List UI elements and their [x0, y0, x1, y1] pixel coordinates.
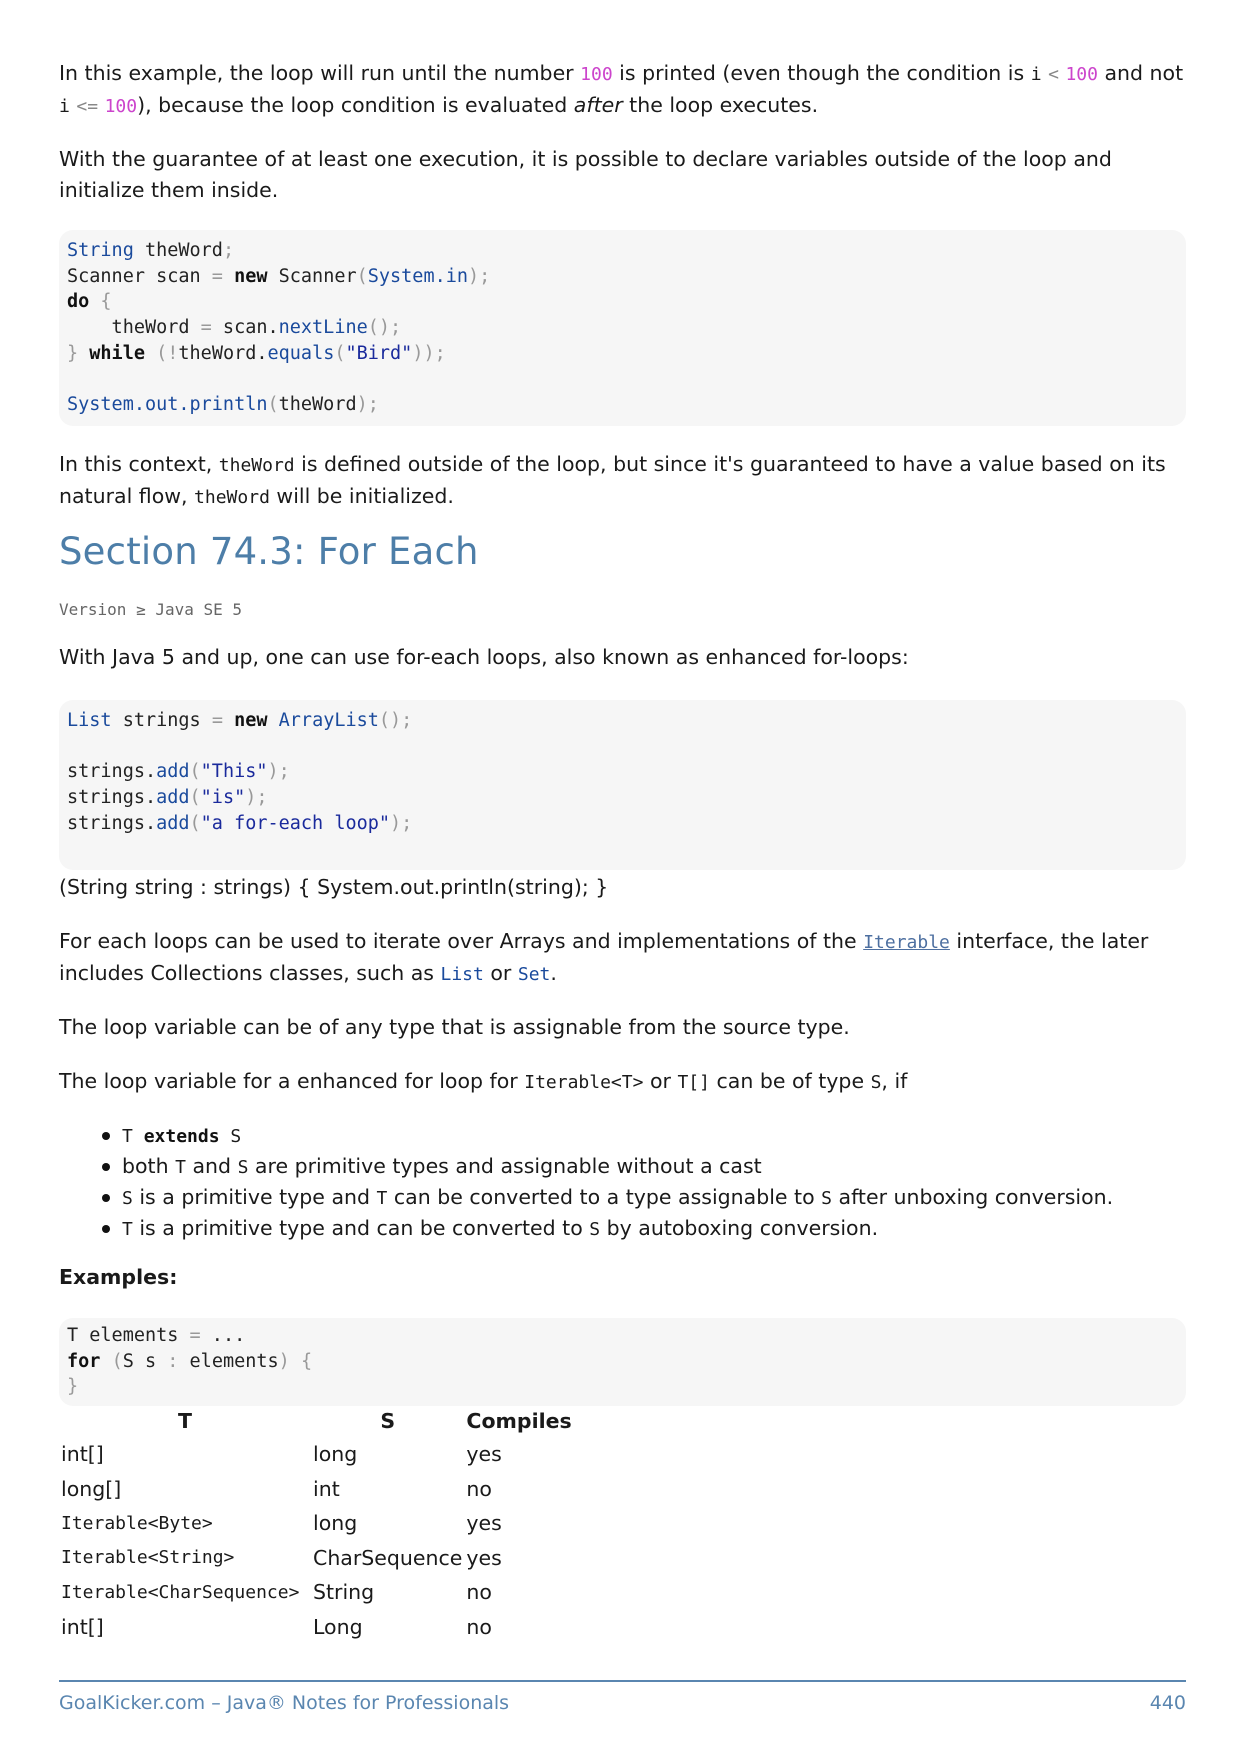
paragraph-java5: With Java 5 and up, one can use for-each…	[59, 645, 909, 669]
table-row: Iterable<Byte> long yes	[59, 1506, 574, 1541]
list-item: T is a primitive type and can be convert…	[59, 1213, 1186, 1244]
inline-code: List	[440, 964, 484, 985]
footer-divider	[59, 1680, 1186, 1682]
table-header-row: T S Compiles	[59, 1405, 574, 1437]
inline-code: i	[1030, 64, 1042, 85]
paragraph-loop-runs: In this example, the loop will run until…	[59, 61, 1184, 117]
table-cell-compiles: yes	[466, 1511, 502, 1536]
table-row: int[] long yes	[59, 1437, 574, 1472]
inline-code: Set	[517, 964, 551, 985]
table-cell-compiles: no	[466, 1614, 492, 1639]
compatibility-table: T S Compiles int[] long yes long[] int n…	[59, 1405, 574, 1644]
list-item: T extends S	[59, 1120, 1186, 1151]
inline-code: 100	[104, 96, 138, 117]
table-cell-compiles: no	[466, 1580, 492, 1605]
inline-code: i	[59, 96, 70, 117]
inline-code: theWord	[218, 455, 295, 476]
table-cell-compiles: yes	[466, 1442, 502, 1467]
inline-code: theWord	[194, 487, 270, 508]
table-cell-compiles: no	[466, 1476, 492, 1501]
paragraph-context: In this context, theWord is defined outs…	[59, 452, 1166, 508]
paragraph-enhanced-for: The loop variable for a enhanced for loo…	[59, 1069, 908, 1093]
examples-label: Examples:	[59, 1265, 178, 1289]
table-header: S	[380, 1409, 396, 1433]
iterable-link[interactable]: Iterable	[863, 932, 950, 953]
inline-code: <=	[76, 96, 99, 117]
table-header: T	[178, 1409, 192, 1433]
paragraph-loop-variable: The loop variable can be of any type tha…	[59, 1015, 850, 1039]
table-cell-s: CharSequence	[313, 1545, 463, 1570]
table-cell-t: int[]	[61, 1614, 104, 1639]
inline-code: Iterable<T>	[524, 1072, 644, 1093]
inline-code: 100	[580, 64, 613, 85]
paragraph-guarantee: With the guarantee of at least one execu…	[59, 147, 1112, 202]
table-cell-t: Iterable<Byte>	[61, 1512, 213, 1534]
code-block-examples: T elements = ... for (S s : elements) { …	[59, 1318, 1186, 1406]
list-item: S is a primitive type and T can be conve…	[59, 1182, 1186, 1213]
table-cell-s: long	[313, 1442, 358, 1467]
inline-code: 100	[1065, 64, 1098, 85]
inline-code: <	[1048, 64, 1059, 85]
paragraph-for-statement: (String string : strings) { System.out.p…	[59, 875, 609, 899]
code-block-do-while: String theWord; Scanner scan = new Scann…	[59, 230, 1186, 426]
table-cell-compiles: yes	[466, 1545, 502, 1570]
conditions-list: T extends S both T and S are primitive t…	[59, 1120, 1186, 1244]
table-row: int[] Long no	[59, 1610, 574, 1645]
footer-title: GoalKicker.com – Java® Notes for Profess…	[59, 1692, 510, 1714]
paragraph-iterable: For each loops can be used to iterate ov…	[59, 929, 1149, 985]
list-item: both T and S are primitive types and ass…	[59, 1151, 1186, 1182]
code-block-list: List strings = new ArrayList(); strings.…	[59, 700, 1186, 870]
table-cell-s: int	[313, 1476, 340, 1501]
table-cell-t: Iterable<String>	[61, 1547, 235, 1569]
table-cell-s: String	[313, 1580, 375, 1605]
table-cell-t: Iterable<CharSequence>	[61, 1581, 300, 1603]
section-heading: Section 74.3: For Each	[59, 530, 479, 573]
inline-code: S	[870, 1072, 882, 1093]
inline-code: T[]	[677, 1072, 710, 1093]
table-row: Iterable<String> CharSequence yes	[59, 1541, 574, 1576]
page-number: 440	[1149, 1692, 1186, 1714]
table-header: Compiles	[466, 1409, 572, 1433]
table-row: Iterable<CharSequence> String no	[59, 1575, 574, 1610]
table-cell-s: Long	[313, 1614, 363, 1639]
table-cell-t: int[]	[61, 1442, 104, 1467]
table-cell-t: long[]	[61, 1476, 122, 1501]
table-row: long[] int no	[59, 1472, 574, 1507]
table-cell-s: long	[313, 1511, 358, 1536]
version-note: Version ≥ Java SE 5	[59, 600, 243, 619]
